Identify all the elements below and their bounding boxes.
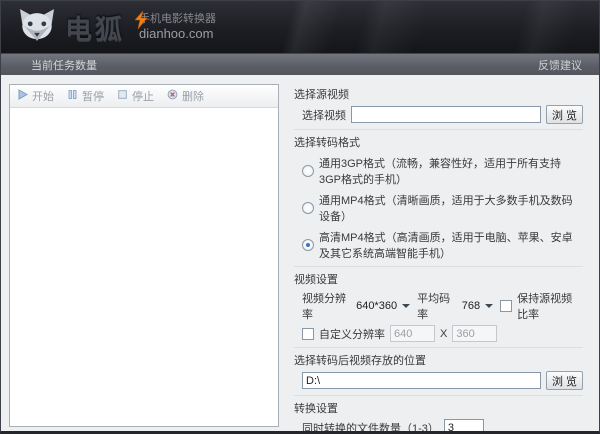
start-label: 开始: [32, 88, 54, 104]
pause-button[interactable]: 暂停: [67, 88, 104, 104]
settings-panel: 选择源视频 选择视频 浏 览 选择转码格式 通用3GP格式（流畅，兼容性好，适用…: [288, 80, 591, 427]
format-mp4-label: 通用MP4格式（清晰画质，适用于大多数手机及数码设备）: [319, 192, 583, 224]
keep-ratio-label: 保持源视频比率: [517, 290, 583, 322]
custom-width-input[interactable]: [390, 325, 435, 342]
concurrent-row: 同时转换的文件数量（1-3）: [302, 419, 591, 434]
source-section-title: 选择源视频: [294, 86, 591, 102]
delete-label: 删除: [182, 88, 204, 104]
source-row: 选择视频 浏 览: [302, 105, 591, 124]
format-option-mp4[interactable]: 通用MP4格式（清晰画质，适用于大多数手机及数码设备）: [302, 192, 591, 224]
app-header: 电狐 手机电影转换器 dianhoo.com: [1, 1, 599, 53]
logo-text: 电狐: [65, 8, 125, 47]
custom-res-label: 自定义分辨率: [319, 326, 385, 342]
stop-button[interactable]: 停止: [117, 88, 154, 104]
chevron-down-icon: [485, 304, 493, 308]
resolution-dropdown[interactable]: 640*360: [354, 299, 412, 313]
format-3gp-label: 通用3GP格式（流畅，兼容性好，适用于所有支持3GP格式的手机）: [319, 155, 583, 187]
output-path-row: 浏 览: [302, 371, 591, 390]
divider: [294, 347, 583, 348]
bitrate-dropdown[interactable]: 768: [460, 299, 495, 313]
resolution-value: 640*360: [356, 300, 397, 312]
source-browse-button[interactable]: 浏 览: [546, 105, 583, 124]
concurrent-count-input[interactable]: [444, 419, 484, 434]
feedback-link[interactable]: 反馈建议: [538, 57, 582, 73]
radio-mp4[interactable]: [302, 202, 314, 214]
output-browse-button[interactable]: 浏 览: [546, 371, 583, 390]
custom-resolution-row: 自定义分辨率 X: [302, 325, 591, 342]
custom-res-checkbox[interactable]: [302, 328, 314, 340]
divider: [294, 266, 583, 267]
settings-form: 选择源视频 选择视频 浏 览 选择转码格式 通用3GP格式（流畅，兼容性好，适用…: [288, 80, 591, 434]
stop-label: 停止: [132, 88, 154, 104]
radio-hd-mp4[interactable]: [302, 239, 314, 251]
source-label: 选择视频: [302, 107, 346, 123]
keep-ratio-checkbox[interactable]: [500, 300, 512, 312]
divider: [294, 129, 583, 130]
concurrent-label: 同时转换的文件数量（1-3）: [302, 420, 439, 434]
pause-label: 暂停: [82, 88, 104, 104]
radio-3gp[interactable]: [302, 165, 314, 177]
format-section-title: 选择转码格式: [294, 134, 591, 150]
stop-icon: [117, 89, 128, 103]
bitrate-value: 768: [462, 300, 480, 312]
fox-logo-icon: [17, 8, 57, 47]
header-tagline: 手机电影转换器: [139, 13, 216, 27]
output-path-input[interactable]: [302, 372, 541, 389]
bitrate-label: 平均码率: [417, 290, 455, 322]
app-window: 电狐 手机电影转换器 dianhoo.com 当前任务数量 反馈建议: [0, 0, 600, 434]
custom-height-input[interactable]: [452, 325, 497, 342]
task-panel: 开始 暂停 停止 删除: [9, 84, 279, 427]
video-settings-row: 视频分辨率 640*360 平均码率 768 保持源视频比率: [302, 290, 591, 322]
delete-button[interactable]: 删除: [167, 88, 204, 104]
format-hd-mp4-label: 高清MP4格式（高清画质，适用于电脑、苹果、安卓及其它系统高端智能手机）: [319, 229, 583, 261]
resolution-label: 视频分辨率: [302, 290, 349, 322]
header-tagline-block: 手机电影转换器 dianhoo.com: [139, 13, 216, 43]
pause-icon: [67, 89, 78, 103]
chevron-down-icon: [402, 304, 410, 308]
format-option-hd-mp4[interactable]: 高清MP4格式（高清画质，适用于电脑、苹果、安卓及其它系统高端智能手机）: [302, 229, 591, 261]
logo-mark: 电狐: [57, 8, 125, 47]
task-list[interactable]: [10, 108, 278, 426]
convert-section-title: 转换设置: [294, 400, 591, 416]
logo-area: 电狐 手机电影转换器 dianhoo.com: [1, 1, 599, 47]
task-count-label: 当前任务数量: [31, 57, 97, 73]
format-option-3gp[interactable]: 通用3GP格式（流畅，兼容性好，适用于所有支持3GP格式的手机）: [302, 155, 591, 187]
delete-icon: [167, 89, 178, 103]
task-toolbar: 开始 暂停 停止 删除: [10, 85, 278, 108]
custom-res-separator: X: [440, 328, 447, 340]
task-strip: 当前任务数量 反馈建议: [1, 53, 599, 75]
source-video-input[interactable]: [351, 106, 541, 123]
divider: [294, 395, 583, 396]
start-button[interactable]: 开始: [17, 88, 54, 104]
play-icon: [17, 89, 28, 103]
output-section-title: 选择转码后视频存放的位置: [294, 352, 591, 368]
lightning-icon: [135, 11, 147, 34]
video-section-title: 视频设置: [294, 271, 591, 287]
content-area: 开始 暂停 停止 删除: [1, 76, 599, 431]
header-site: dianhoo.com: [139, 26, 216, 42]
